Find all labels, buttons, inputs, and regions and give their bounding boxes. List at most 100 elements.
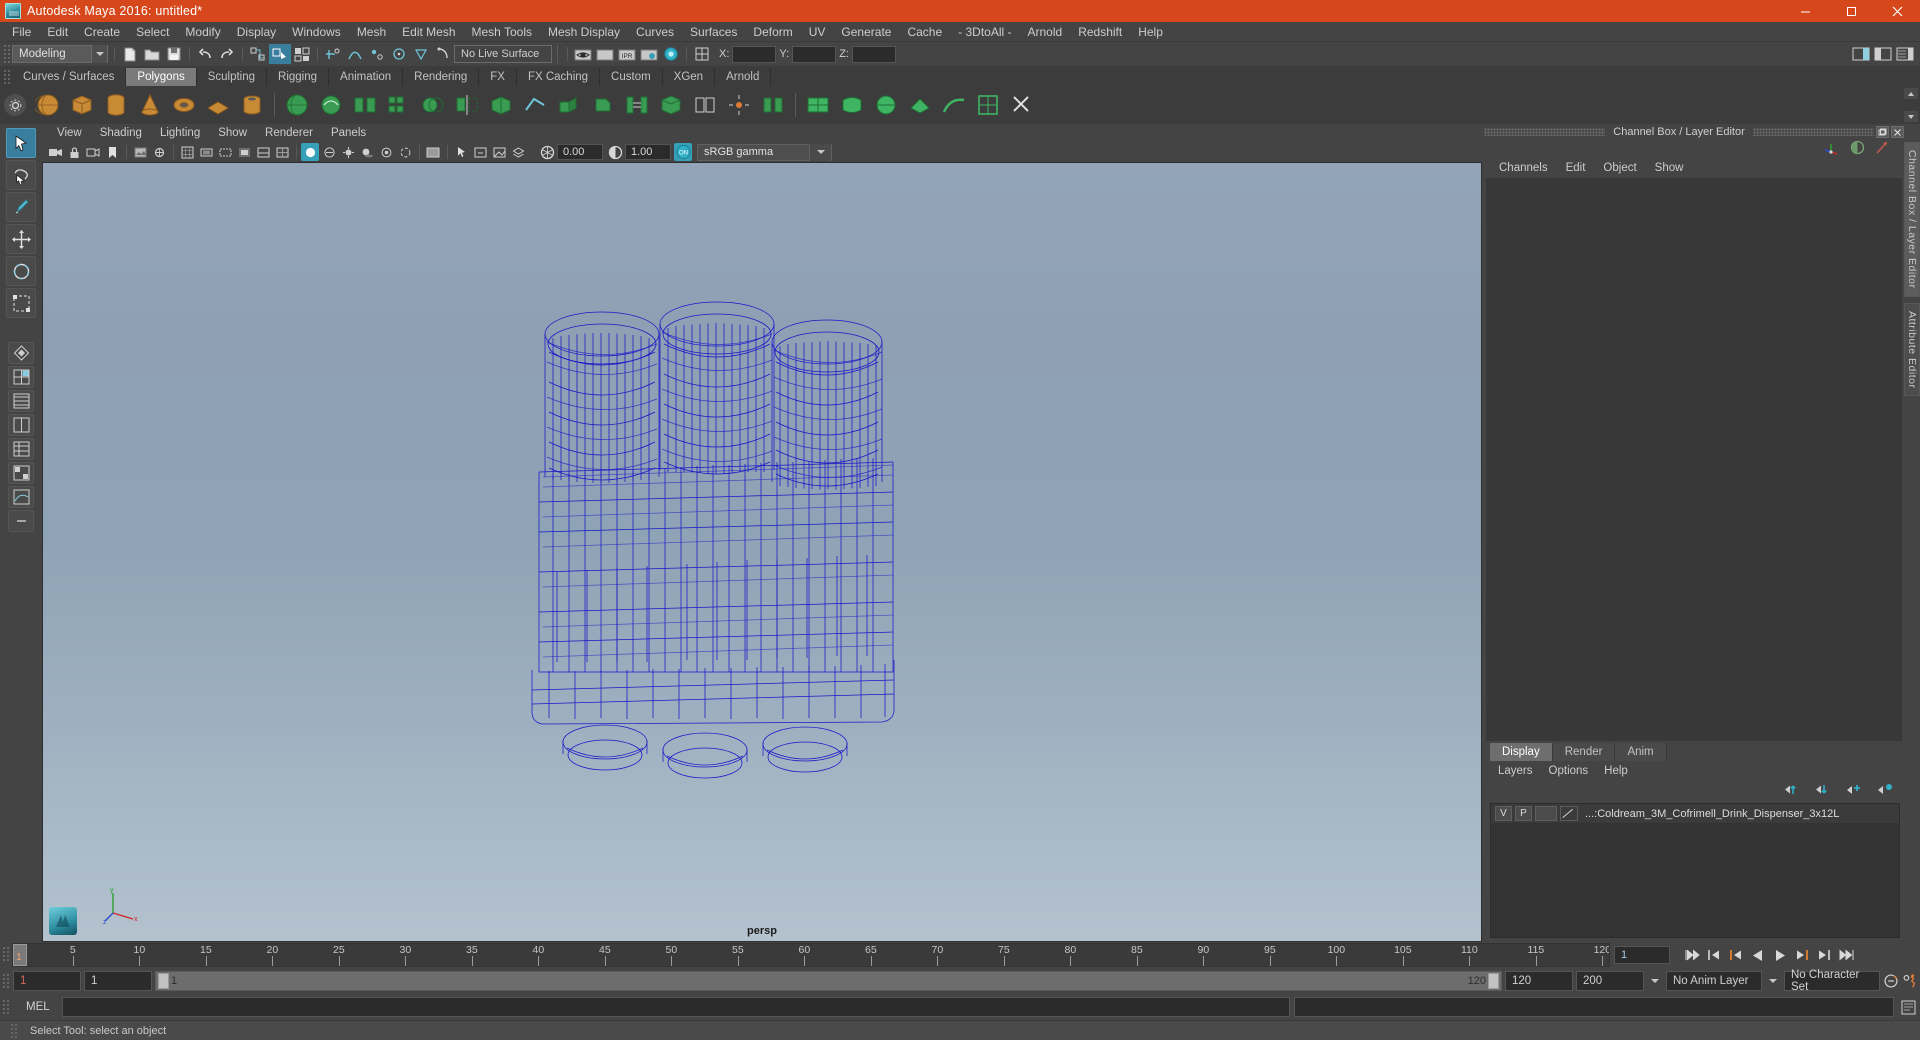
step-back-keyframe-icon[interactable]: [1704, 945, 1724, 965]
motion-blur-icon[interactable]: [396, 143, 414, 161]
smooth-icon[interactable]: [316, 90, 346, 120]
animation-preferences-icon[interactable]: [1902, 971, 1918, 991]
separate-icon[interactable]: [384, 90, 414, 120]
shelf-scroll-controls[interactable]: [1904, 88, 1918, 122]
shelf-tab-arnold[interactable]: Arnold: [715, 68, 772, 86]
combine-icon[interactable]: [350, 90, 380, 120]
menu-redshift[interactable]: Redshift: [1070, 22, 1130, 42]
menu-select[interactable]: Select: [128, 22, 177, 42]
new-layer-from-selected-icon[interactable]: [1877, 783, 1894, 799]
live-surface-field[interactable]: No Live Surface: [454, 45, 552, 63]
gate-mask-icon[interactable]: [235, 143, 253, 161]
uv-editor-icon[interactable]: [939, 90, 969, 120]
layout-graph-editor-icon[interactable]: [8, 486, 34, 508]
display-layer-icon[interactable]: [509, 143, 527, 161]
layer-tab-anim[interactable]: Anim: [1615, 743, 1667, 761]
panel-menu-lighting[interactable]: Lighting: [151, 124, 209, 142]
layer-menu-help[interactable]: Help: [1596, 761, 1636, 781]
layer-tab-render[interactable]: Render: [1552, 743, 1616, 761]
color-management-dropdown[interactable]: sRGB gamma: [697, 143, 832, 161]
gamma-icon[interactable]: [606, 143, 624, 161]
bridge-icon[interactable]: [622, 90, 652, 120]
menu-mesh-display[interactable]: Mesh Display: [540, 22, 628, 42]
panel-menu-shading[interactable]: Shading: [91, 124, 151, 142]
resolution-gate-icon[interactable]: [216, 143, 234, 161]
shaded-mode-icon[interactable]: [301, 143, 319, 161]
deformer-arrow-icon[interactable]: [1875, 140, 1890, 158]
command-input-field[interactable]: [62, 998, 1289, 1016]
select-by-object-type-icon[interactable]: [269, 44, 291, 64]
save-scene-icon[interactable]: [163, 44, 185, 64]
panel-menu-panels[interactable]: Panels: [322, 124, 375, 142]
layer-playback-toggle[interactable]: P: [1515, 806, 1532, 821]
menu-edit[interactable]: Edit: [39, 22, 76, 42]
target-weld-icon[interactable]: [724, 90, 754, 120]
shelf-options-gear-icon[interactable]: [4, 94, 26, 116]
panel-close-icon[interactable]: [1891, 126, 1904, 138]
menu-help[interactable]: Help: [1130, 22, 1171, 42]
make-live-icon[interactable]: [432, 44, 454, 64]
snap-to-projected-center-icon[interactable]: [388, 44, 410, 64]
poly-cube-icon[interactable]: [67, 90, 97, 120]
command-input[interactable]: [61, 997, 1290, 1017]
uv-planar-icon[interactable]: [803, 90, 833, 120]
poly-sphere-icon[interactable]: [33, 90, 63, 120]
snap-to-grid-icon[interactable]: [322, 44, 344, 64]
select-tool-icon[interactable]: [6, 128, 36, 158]
snap-to-point-icon[interactable]: [366, 44, 388, 64]
move-tool-icon[interactable]: [6, 224, 36, 254]
shelf-scroll-down-icon[interactable]: [1904, 111, 1918, 122]
grid-display-icon[interactable]: [178, 143, 196, 161]
range-start-field[interactable]: 1: [13, 971, 81, 991]
poly-plane-icon[interactable]: [203, 90, 233, 120]
uv-spherical-icon[interactable]: [871, 90, 901, 120]
color-management-toggle-icon[interactable]: ON: [674, 143, 692, 161]
snap-to-view-planes-icon[interactable]: [410, 44, 432, 64]
channelbox-menu-show[interactable]: Show: [1646, 158, 1693, 178]
layer-display-type-icon[interactable]: [1560, 806, 1578, 821]
toolbar-grip[interactable]: [2, 43, 10, 65]
undo-icon[interactable]: [194, 44, 216, 64]
anim-end-field[interactable]: 120: [1505, 971, 1573, 991]
current-frame-field[interactable]: 1: [1614, 946, 1670, 964]
open-scene-icon[interactable]: [141, 44, 163, 64]
new-layer-icon[interactable]: [1846, 783, 1863, 799]
shelf-tab-rigging[interactable]: Rigging: [267, 68, 330, 86]
select-objects-icon[interactable]: [452, 143, 470, 161]
shelf-tab-curves-surfaces[interactable]: Curves / Surfaces: [12, 68, 127, 86]
xray-icon[interactable]: [254, 143, 272, 161]
layout-persp-outliner-icon[interactable]: [8, 438, 34, 460]
command-line-grip[interactable]: [2, 999, 10, 1015]
menu-file[interactable]: File: [4, 22, 39, 42]
menu-create[interactable]: Create: [76, 22, 128, 42]
anim-start-field[interactable]: 1: [84, 971, 152, 991]
minimize-button[interactable]: [1782, 0, 1828, 22]
layout-hypershade-icon[interactable]: [8, 462, 34, 484]
image-plane-icon[interactable]: [131, 143, 149, 161]
auto-keyframe-toggle-icon[interactable]: [1883, 971, 1899, 991]
channel-box-content[interactable]: [1486, 178, 1902, 741]
menu-mesh-tools[interactable]: Mesh Tools: [464, 22, 540, 42]
isolate-select-icon[interactable]: [424, 143, 442, 161]
uv-cylindrical-icon[interactable]: [837, 90, 867, 120]
shelf-tab-xgen[interactable]: XGen: [662, 68, 716, 86]
menu-cache[interactable]: Cache: [899, 22, 950, 42]
show-attribute-editor-icon[interactable]: [1850, 44, 1872, 64]
layer-name[interactable]: ...:Coldream_3M_Cofrimell_Drink_Dispense…: [1581, 808, 1839, 820]
last-tool-used-icon[interactable]: [8, 342, 34, 364]
scale-tool-icon[interactable]: [6, 288, 36, 318]
close-button[interactable]: [1874, 0, 1920, 22]
time-slider-playhead[interactable]: 1: [13, 944, 27, 966]
range-grip[interactable]: [2, 973, 10, 989]
play-backwards-icon[interactable]: [1748, 945, 1768, 965]
select-by-hierarchy-icon[interactable]: [247, 44, 269, 64]
move-layer-up-icon[interactable]: [1784, 783, 1801, 799]
ipr-render-icon[interactable]: IPR: [616, 44, 638, 64]
step-back-frame-icon[interactable]: [1726, 945, 1746, 965]
time-slider[interactable]: 1 5 10 15 20 25 30 35 40 45 50 55 60 65 70 75 80 85 90 95 10…: [12, 943, 1610, 967]
poly-cone-icon[interactable]: [135, 90, 165, 120]
ambient-occlusion-icon[interactable]: [377, 143, 395, 161]
perspective-viewport[interactable]: y x z persp: [42, 162, 1482, 942]
shelf-scroll-up-icon[interactable]: [1904, 88, 1918, 99]
anim-layer-selector[interactable]: No Anim Layer: [1666, 971, 1762, 991]
